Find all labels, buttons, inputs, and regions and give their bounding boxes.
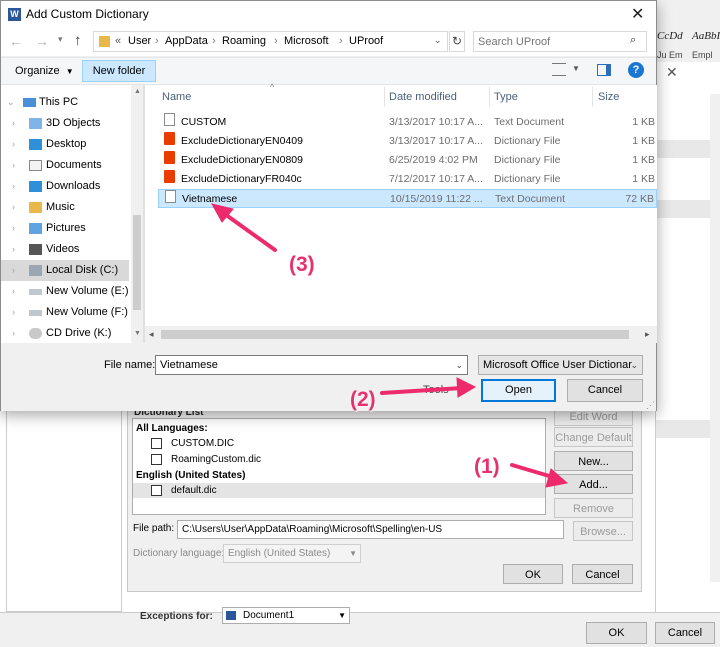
annotation-arrows bbox=[211, 203, 569, 488]
annotation-step1: (1) bbox=[474, 455, 500, 478]
arrow-step3 bbox=[211, 203, 277, 252]
annotation-step2: (2) bbox=[350, 388, 376, 411]
arrow-step1 bbox=[510, 463, 569, 488]
arrow-step2 bbox=[380, 377, 477, 398]
annotation-step3: (3) bbox=[289, 253, 315, 276]
